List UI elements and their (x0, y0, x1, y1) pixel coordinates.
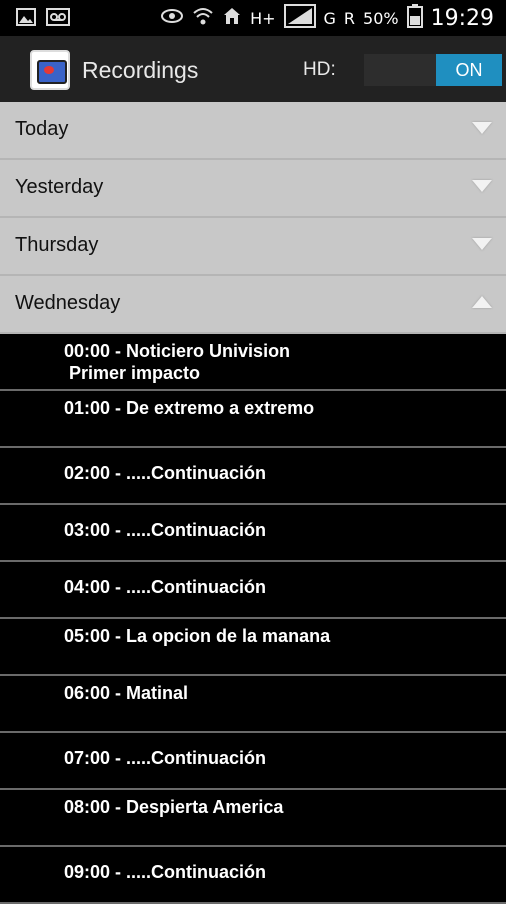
wifi-icon (192, 6, 214, 31)
list-item[interactable]: 00:00 - Noticiero Univision Primer impac… (0, 334, 506, 391)
day-section-yesterday[interactable]: Yesterday (0, 160, 506, 218)
action-bar: Recordings HD: ON (0, 36, 506, 104)
chevron-down-icon (472, 122, 492, 134)
list-item[interactable]: 03:00 - .....Continuación (0, 505, 506, 562)
recording-title: 07:00 - .....Continuación (64, 748, 267, 768)
recording-title: 03:00 - .....Continuación (64, 520, 267, 540)
list-item[interactable]: 06:00 - Matinal (0, 676, 506, 733)
list-item[interactable]: 01:00 - De extremo a extremo (0, 391, 506, 448)
hd-label: HD: (303, 59, 336, 80)
roaming-indicator: R (343, 8, 356, 28)
page-title: Recordings (82, 57, 199, 83)
day-label: Wednesday (15, 292, 121, 314)
list-item[interactable]: 04:00 - .....Continuación (0, 562, 506, 619)
eye-icon (160, 8, 184, 29)
hd-toggle[interactable]: ON (364, 54, 502, 86)
day-section-today[interactable]: Today (0, 102, 506, 160)
home-icon (222, 6, 242, 31)
app-logo-icon[interactable] (30, 50, 70, 90)
chevron-down-icon (472, 180, 492, 192)
list-item[interactable]: 05:00 - La opcion de la manana (0, 619, 506, 676)
clock: 19:29 (430, 5, 494, 31)
hd-toggle-on: ON (436, 54, 502, 86)
image-icon (16, 8, 36, 31)
voicemail-icon (46, 8, 70, 31)
recordings-list: 00:00 - Noticiero Univision Primer impac… (0, 334, 506, 904)
day-label: Today (15, 118, 69, 140)
battery-icon (406, 3, 423, 33)
day-label: Yesterday (15, 176, 104, 198)
recording-title: 05:00 - La opcion de la manana (64, 626, 331, 646)
signal-icon (283, 3, 316, 33)
recording-title: 00:00 - Noticiero Univision Primer impac… (64, 341, 291, 383)
day-section-wednesday[interactable]: Wednesday (0, 276, 506, 334)
day-label: Thursday (15, 234, 99, 256)
carrier-indicator: G (323, 8, 336, 28)
battery-percent: 50% (363, 8, 399, 28)
list-item[interactable]: 07:00 - .....Continuación (0, 733, 506, 790)
day-section-thursday[interactable]: Thursday (0, 218, 506, 276)
status-bar: H+ G R 50% 19:29 (0, 0, 506, 36)
list-item[interactable]: 08:00 - Despierta America (0, 790, 506, 847)
status-left (16, 8, 70, 31)
recording-title: 09:00 - .....Continuación (64, 862, 267, 882)
recording-title: 02:00 - .....Continuación (64, 463, 267, 483)
recording-title: 06:00 - Matinal (64, 683, 189, 703)
status-right: H+ G R 50% 19:29 (160, 0, 494, 36)
list-item[interactable]: 09:00 - .....Continuación (0, 847, 506, 904)
recording-title: 08:00 - Despierta America (64, 797, 284, 817)
recording-title: 01:00 - De extremo a extremo (64, 398, 315, 418)
recording-title: 04:00 - .....Continuación (64, 577, 267, 597)
network-type: H+ (250, 8, 276, 28)
chevron-up-icon (472, 296, 492, 308)
list-item[interactable]: 02:00 - .....Continuación (0, 448, 506, 505)
chevron-down-icon (472, 238, 492, 250)
